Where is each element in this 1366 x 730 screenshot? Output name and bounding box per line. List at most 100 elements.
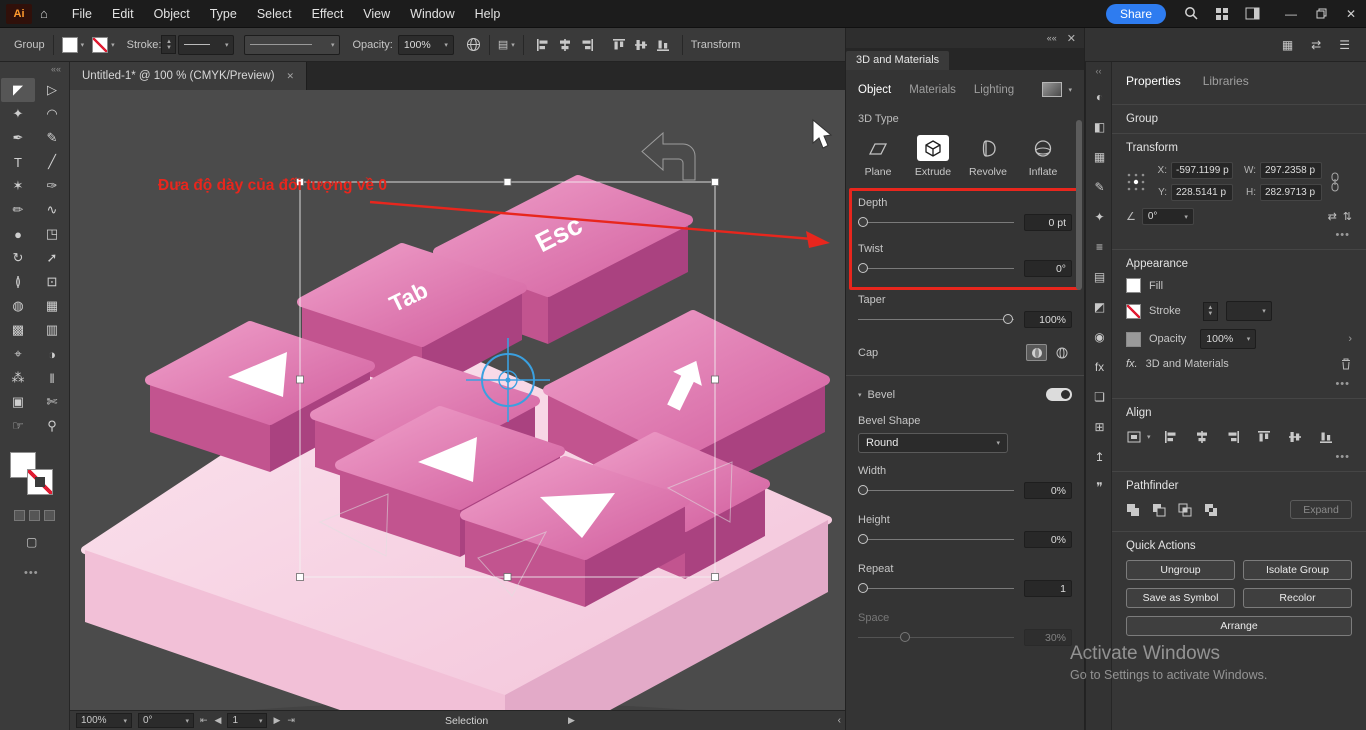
curvature-tool[interactable]: ✎	[35, 126, 69, 150]
transparency-panel-icon[interactable]: ◩	[1086, 292, 1113, 322]
bevel-width-value[interactable]: 0%	[1024, 482, 1072, 499]
pathfinder-exclude-icon[interactable]	[1204, 503, 1220, 517]
align-left-icon[interactable]	[532, 35, 554, 55]
bevel-height-slider[interactable]	[858, 533, 1014, 547]
save-as-symbol-button[interactable]: Save as Symbol	[1126, 588, 1235, 608]
stroke-weight-dropdown[interactable]: ▾	[1226, 301, 1272, 321]
depth-value[interactable]: 0 pt	[1024, 214, 1072, 231]
rotation-dropdown[interactable]: 0°▾	[138, 713, 194, 728]
perspective-grid-tool[interactable]: ▦	[35, 294, 69, 318]
draw-inside-icon[interactable]	[44, 510, 55, 521]
brushes-panel-icon[interactable]: ✎	[1086, 172, 1113, 202]
align-middle-icon[interactable]	[630, 35, 652, 55]
fill-swatch[interactable]	[1126, 278, 1141, 293]
menu-item[interactable]: Edit	[102, 0, 144, 28]
hand-tool[interactable]: ☞	[1, 414, 35, 438]
pathfinder-intersect-icon[interactable]	[1178, 503, 1194, 517]
align-bottom-icon[interactable]	[1315, 427, 1337, 447]
stroke-weight-dropdown[interactable]: ▾	[178, 35, 234, 55]
screen-mode-icon[interactable]: ▢	[26, 535, 69, 549]
document-setup-icon[interactable]: ▤	[498, 38, 508, 51]
menu-item[interactable]: Effect	[302, 0, 354, 28]
draw-normal-icon[interactable]	[14, 510, 25, 521]
taper-value[interactable]: 100%	[1024, 311, 1072, 328]
x-input[interactable]: -597.1199 p	[1171, 162, 1233, 179]
lasso-tool[interactable]: ◠	[35, 102, 69, 126]
opacity-options-chevron-icon[interactable]: ›	[1348, 333, 1352, 345]
effect-3d-materials-link[interactable]: 3D and Materials	[1146, 358, 1229, 370]
illustrator-logo[interactable]: Ai	[6, 4, 32, 24]
bevel-width-slider[interactable]	[858, 484, 1014, 498]
cap-solid-button[interactable]	[1026, 344, 1047, 361]
bevel-shape-dropdown[interactable]: Round▾	[858, 433, 1008, 453]
h-input[interactable]: 282.9713 p	[1260, 184, 1322, 201]
panel-scrollbar[interactable]	[1076, 120, 1082, 290]
canvas[interactable]: Esc Tab	[70, 90, 845, 710]
align-top-icon[interactable]	[1253, 427, 1275, 447]
blend-tool[interactable]: ◑	[35, 342, 69, 366]
taper-slider[interactable]	[858, 313, 1014, 327]
artboard-tool[interactable]: ▣	[1, 390, 35, 414]
workspace-switcher-icon[interactable]: ⇄	[1311, 38, 1321, 52]
menu-item[interactable]: Window	[400, 0, 464, 28]
bevel-expand-icon[interactable]: ▾	[858, 391, 862, 399]
eraser-tool[interactable]: ◳	[35, 222, 69, 246]
slice-tool[interactable]: ✄	[35, 390, 69, 414]
recolor-button[interactable]: Recolor	[1243, 588, 1352, 608]
bevel-repeat-slider[interactable]	[858, 582, 1014, 596]
align-more-options-icon[interactable]: •••	[1128, 451, 1350, 463]
comments-panel-icon[interactable]: ❞	[1086, 472, 1113, 502]
stroke-color-swatch[interactable]	[27, 469, 53, 495]
magic-wand-tool[interactable]: ✦	[1, 102, 35, 126]
artboard-number-dropdown[interactable]: 1▾	[227, 713, 267, 728]
panel-collapse-icon[interactable]: ««	[1047, 33, 1057, 43]
twist-value[interactable]: 0°	[1024, 260, 1072, 277]
line-segment-tool[interactable]: ╱	[35, 150, 69, 174]
3d-type-revolve[interactable]: Revolve	[968, 135, 1008, 178]
expand-button[interactable]: Expand	[1290, 500, 1352, 519]
toolbar-collapse-icon[interactable]: ««	[0, 62, 69, 76]
width-tool[interactable]: ≬	[1, 270, 35, 294]
align-right-icon[interactable]	[576, 35, 598, 55]
share-button[interactable]: Share	[1106, 4, 1166, 24]
w-input[interactable]: 297.2358 p	[1260, 162, 1322, 179]
stroke-chevron-icon[interactable]: ▾	[111, 41, 115, 49]
align-center-icon[interactable]	[554, 35, 576, 55]
pathfinder-minus-front-icon[interactable]	[1152, 503, 1168, 517]
fill-stroke-control[interactable]	[10, 452, 56, 498]
flip-vertical-icon[interactable]: ⇅	[1343, 210, 1352, 223]
stroke-label[interactable]: Stroke	[1149, 305, 1181, 317]
shape-tool[interactable]: ✶	[1, 174, 35, 198]
stroke-swatch[interactable]	[1126, 304, 1141, 319]
arrange-button[interactable]: Arrange	[1126, 616, 1352, 636]
next-artboard-icon[interactable]: ▶	[273, 715, 280, 726]
search-icon[interactable]	[1184, 6, 1199, 21]
column-graph-tool[interactable]: ‖	[35, 366, 69, 390]
constrain-proportions-icon[interactable]	[1330, 172, 1340, 192]
arrange-documents-icon[interactable]	[1215, 7, 1229, 21]
menu-item[interactable]: Select	[247, 0, 302, 28]
align-to-dropdown[interactable]: ▾	[1126, 430, 1151, 444]
minimize-button[interactable]: —	[1276, 0, 1306, 28]
panel-toggle-icon[interactable]	[1245, 7, 1260, 20]
document-tab-close-icon[interactable]: ✕	[287, 71, 295, 82]
asset-export-panel-icon[interactable]: ↥	[1086, 442, 1113, 472]
paintbrush-tool[interactable]: ✑	[35, 174, 69, 198]
eyedropper-tool[interactable]: ⌖	[1, 342, 35, 366]
opacity-dropdown[interactable]: 100%▾	[398, 35, 454, 55]
appearance-more-options-icon[interactable]: •••	[1128, 378, 1350, 390]
depth-slider[interactable]	[858, 216, 1014, 230]
pen-tool[interactable]: ✒	[1, 126, 35, 150]
menu-item[interactable]: Help	[465, 0, 511, 28]
transform-more-options-icon[interactable]: •••	[1128, 229, 1350, 241]
stroke-panel-icon[interactable]: ≡	[1086, 232, 1113, 262]
fill-swatch[interactable]	[62, 37, 78, 53]
align-right-icon[interactable]	[1222, 427, 1244, 447]
align-middle-icon[interactable]	[1284, 427, 1306, 447]
align-top-icon[interactable]	[608, 35, 630, 55]
align-center-icon[interactable]	[1191, 427, 1213, 447]
opacity-dropdown[interactable]: 100%▾	[1200, 329, 1256, 349]
3d-type-extrude[interactable]: Extrude	[913, 135, 953, 178]
y-input[interactable]: 228.5141 p	[1171, 184, 1233, 201]
panel-close-icon[interactable]: ✕	[1067, 32, 1076, 45]
